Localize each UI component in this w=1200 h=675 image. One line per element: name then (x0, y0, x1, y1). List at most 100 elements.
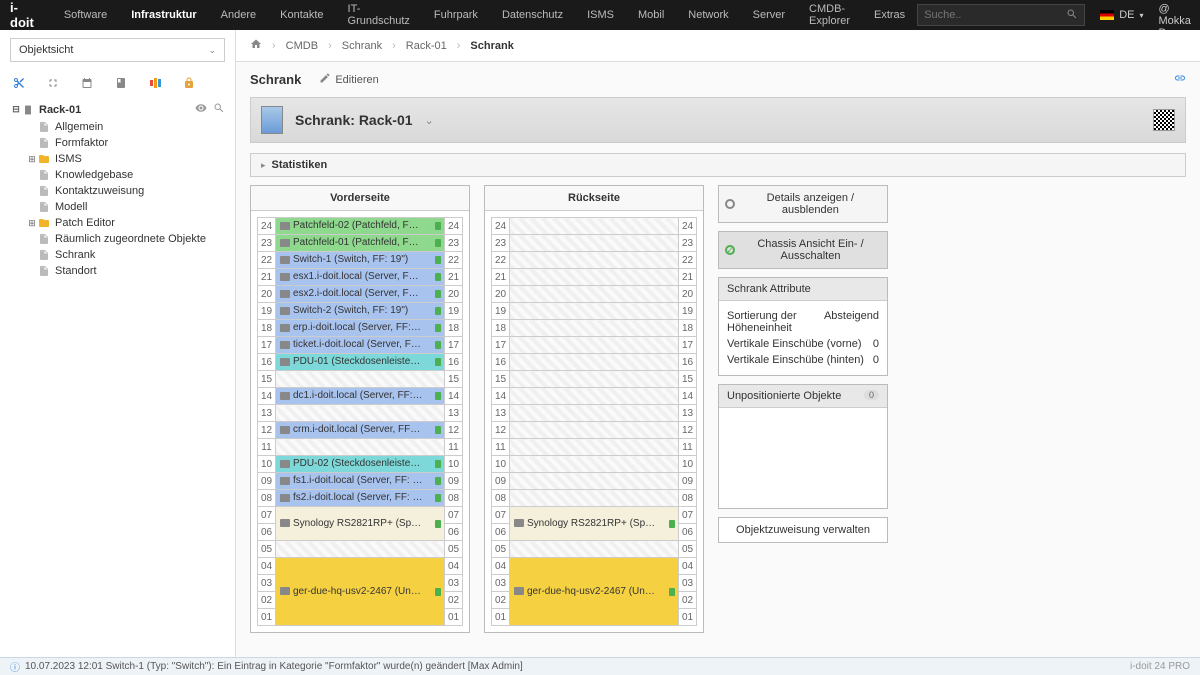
view-select[interactable]: Objektsicht ⌄ (10, 38, 225, 62)
scissors-icon[interactable] (12, 76, 26, 90)
toggle-chassis-button[interactable]: Chassis Ansicht Ein- / Ausschalten (718, 231, 888, 269)
rack-slot[interactable]: PDU-02 (Steckdosenleiste, FF: 19") (276, 456, 445, 473)
rack-slot-empty[interactable] (510, 490, 679, 507)
rack-slot-empty[interactable] (510, 354, 679, 371)
chevron-down-icon[interactable]: ⌄ (425, 114, 434, 127)
home-icon[interactable] (250, 38, 262, 53)
tree-node[interactable]: ⊞ISMS (10, 151, 225, 167)
rack-slot-empty[interactable] (510, 303, 679, 320)
calendar-icon[interactable] (80, 76, 94, 90)
rack-unit-number: 24 (679, 218, 697, 235)
toggle-details-button[interactable]: Details anzeigen / ausblenden (718, 185, 888, 223)
rack-slot-label: ger-due-hq-usv2-2467 (Unterbrechung... (293, 586, 423, 597)
rack-slot-empty[interactable] (510, 473, 679, 490)
rack-slot[interactable]: ger-due-hq-usv2-2467 (Unterbrechung... (510, 558, 679, 626)
rack-slot[interactable]: Synology RS2821RP+ (Speichersystem, ... (510, 507, 679, 541)
rack-slot-empty[interactable] (276, 439, 445, 456)
nav-item[interactable]: Mobil (626, 0, 676, 30)
rack-slot-empty[interactable] (510, 235, 679, 252)
language-selector[interactable]: DE ▾ (1100, 9, 1143, 21)
nav-item[interactable]: Extras (862, 0, 917, 30)
search-icon[interactable] (1066, 8, 1078, 23)
rack-slot-empty[interactable] (510, 320, 679, 337)
qr-code-icon[interactable] (1153, 109, 1175, 131)
expand-icon[interactable] (46, 76, 60, 90)
rack-slot-empty[interactable] (510, 405, 679, 422)
search-box[interactable] (917, 4, 1085, 26)
rack-slot[interactable]: fs2.i-doit.local (Server, FF: 19") (276, 490, 445, 507)
tree-node[interactable]: Räumlich zugeordnete Objekte (10, 231, 225, 247)
attribute-key: Vertikale Einschübe (vorne) (727, 338, 862, 350)
logo[interactable]: i-doit (10, 0, 34, 30)
rack-unit-number: 09 (258, 473, 276, 490)
rack-unit-number: 03 (258, 575, 276, 592)
rack-slot-empty[interactable] (510, 286, 679, 303)
statistics-toggle[interactable]: ▸ Statistiken (250, 153, 1186, 177)
rack-slot[interactable]: esx1.i-doit.local (Server, FF: 19") (276, 269, 445, 286)
rack-slot-empty[interactable] (510, 388, 679, 405)
link-icon[interactable] (1174, 72, 1186, 87)
rack-slot-empty[interactable] (510, 218, 679, 235)
rack-slot[interactable]: Patchfeld-01 (Patchfeld, FF: 19") (276, 235, 445, 252)
book-icon[interactable] (114, 76, 128, 90)
rack-unit-number: 13 (445, 405, 463, 422)
rack-slot-empty[interactable] (510, 371, 679, 388)
nav-item[interactable]: Software (52, 0, 119, 30)
search-input[interactable] (924, 9, 1066, 21)
tree-node[interactable]: Modell (10, 199, 225, 215)
nav-item[interactable]: Server (741, 0, 797, 30)
nav-item[interactable]: Infrastruktur (119, 0, 208, 30)
device-icon (280, 222, 290, 230)
nav-item[interactable]: Kontakte (268, 0, 335, 30)
rack-slot[interactable]: PDU-01 (Steckdosenleiste, FF: 19") (276, 354, 445, 371)
tree-node[interactable]: Standort (10, 263, 225, 279)
rack-slot-empty[interactable] (510, 456, 679, 473)
search-icon[interactable] (213, 102, 225, 117)
tree-node[interactable]: Schrank (10, 247, 225, 263)
collapse-icon[interactable]: ⊟ (10, 104, 22, 115)
rack-slot-empty[interactable] (510, 422, 679, 439)
rack-slot[interactable]: fs1.i-doit.local (Server, FF: 19") (276, 473, 445, 490)
rack-slot-empty[interactable] (510, 541, 679, 558)
tree-node[interactable]: Knowledgebase (10, 167, 225, 183)
chart-icon[interactable] (148, 76, 162, 90)
nav-item[interactable]: Andere (209, 0, 268, 30)
rack-slot[interactable]: ticket.i-doit.local (Server, FF: 19") (276, 337, 445, 354)
rack-slot-empty[interactable] (510, 439, 679, 456)
rack-slot[interactable]: erp.i-doit.local (Server, FF: 19") (276, 320, 445, 337)
lock-icon[interactable] (182, 76, 196, 90)
rack-slot-empty[interactable] (510, 252, 679, 269)
rack-slot[interactable]: ger-due-hq-usv2-2467 (Unterbrechung... (276, 558, 445, 626)
edit-button[interactable]: Editieren (319, 72, 378, 87)
tree-node[interactable]: Formfaktor (10, 135, 225, 151)
rack-slot-empty[interactable] (276, 405, 445, 422)
tree-root[interactable]: ⊟ Rack-01 (10, 100, 225, 119)
breadcrumb-item[interactable]: Schrank (342, 40, 382, 52)
breadcrumb-item[interactable]: CMDB (286, 40, 318, 52)
tree-node[interactable]: Allgemein (10, 119, 225, 135)
nav-item[interactable]: ISMS (575, 0, 626, 30)
nav-item[interactable]: CMDB-Explorer (797, 0, 862, 30)
rack-slot[interactable]: dc1.i-doit.local (Server, FF: 19") (276, 388, 445, 405)
rack-slot[interactable]: Patchfeld-02 (Patchfeld, FF: 19") (276, 218, 445, 235)
rack-slot[interactable]: Switch-2 (Switch, FF: 19") (276, 303, 445, 320)
rack-slot[interactable]: crm.i-doit.local (Server, FF: 19") (276, 422, 445, 439)
tree-node[interactable]: ⊞Patch Editor (10, 215, 225, 231)
nav-item[interactable]: Network (676, 0, 740, 30)
manage-assignment-button[interactable]: Objektzuweisung verwalten (718, 517, 888, 543)
rack-slot[interactable]: Synology RS2821RP+ (Speichersystem, ... (276, 507, 445, 541)
rack-slot-empty[interactable] (276, 371, 445, 388)
nav-item[interactable]: Fuhrpark (422, 0, 490, 30)
rack-unit-number: 23 (445, 235, 463, 252)
rack-slot[interactable]: esx2.i-doit.local (Server, FF: 19") (276, 286, 445, 303)
rack-slot-empty[interactable] (276, 541, 445, 558)
breadcrumb-item[interactable]: Rack-01 (406, 40, 447, 52)
nav-item[interactable]: Datenschutz (490, 0, 575, 30)
nav-item[interactable]: IT-Grundschutz (336, 0, 422, 30)
rack-slot-empty[interactable] (510, 337, 679, 354)
tree-node[interactable]: Kontaktzuweisung (10, 183, 225, 199)
rack-slot[interactable]: Switch-1 (Switch, FF: 19") (276, 252, 445, 269)
eye-icon[interactable] (195, 102, 207, 117)
rack-slot-empty[interactable] (510, 269, 679, 286)
device-icon (280, 587, 290, 595)
